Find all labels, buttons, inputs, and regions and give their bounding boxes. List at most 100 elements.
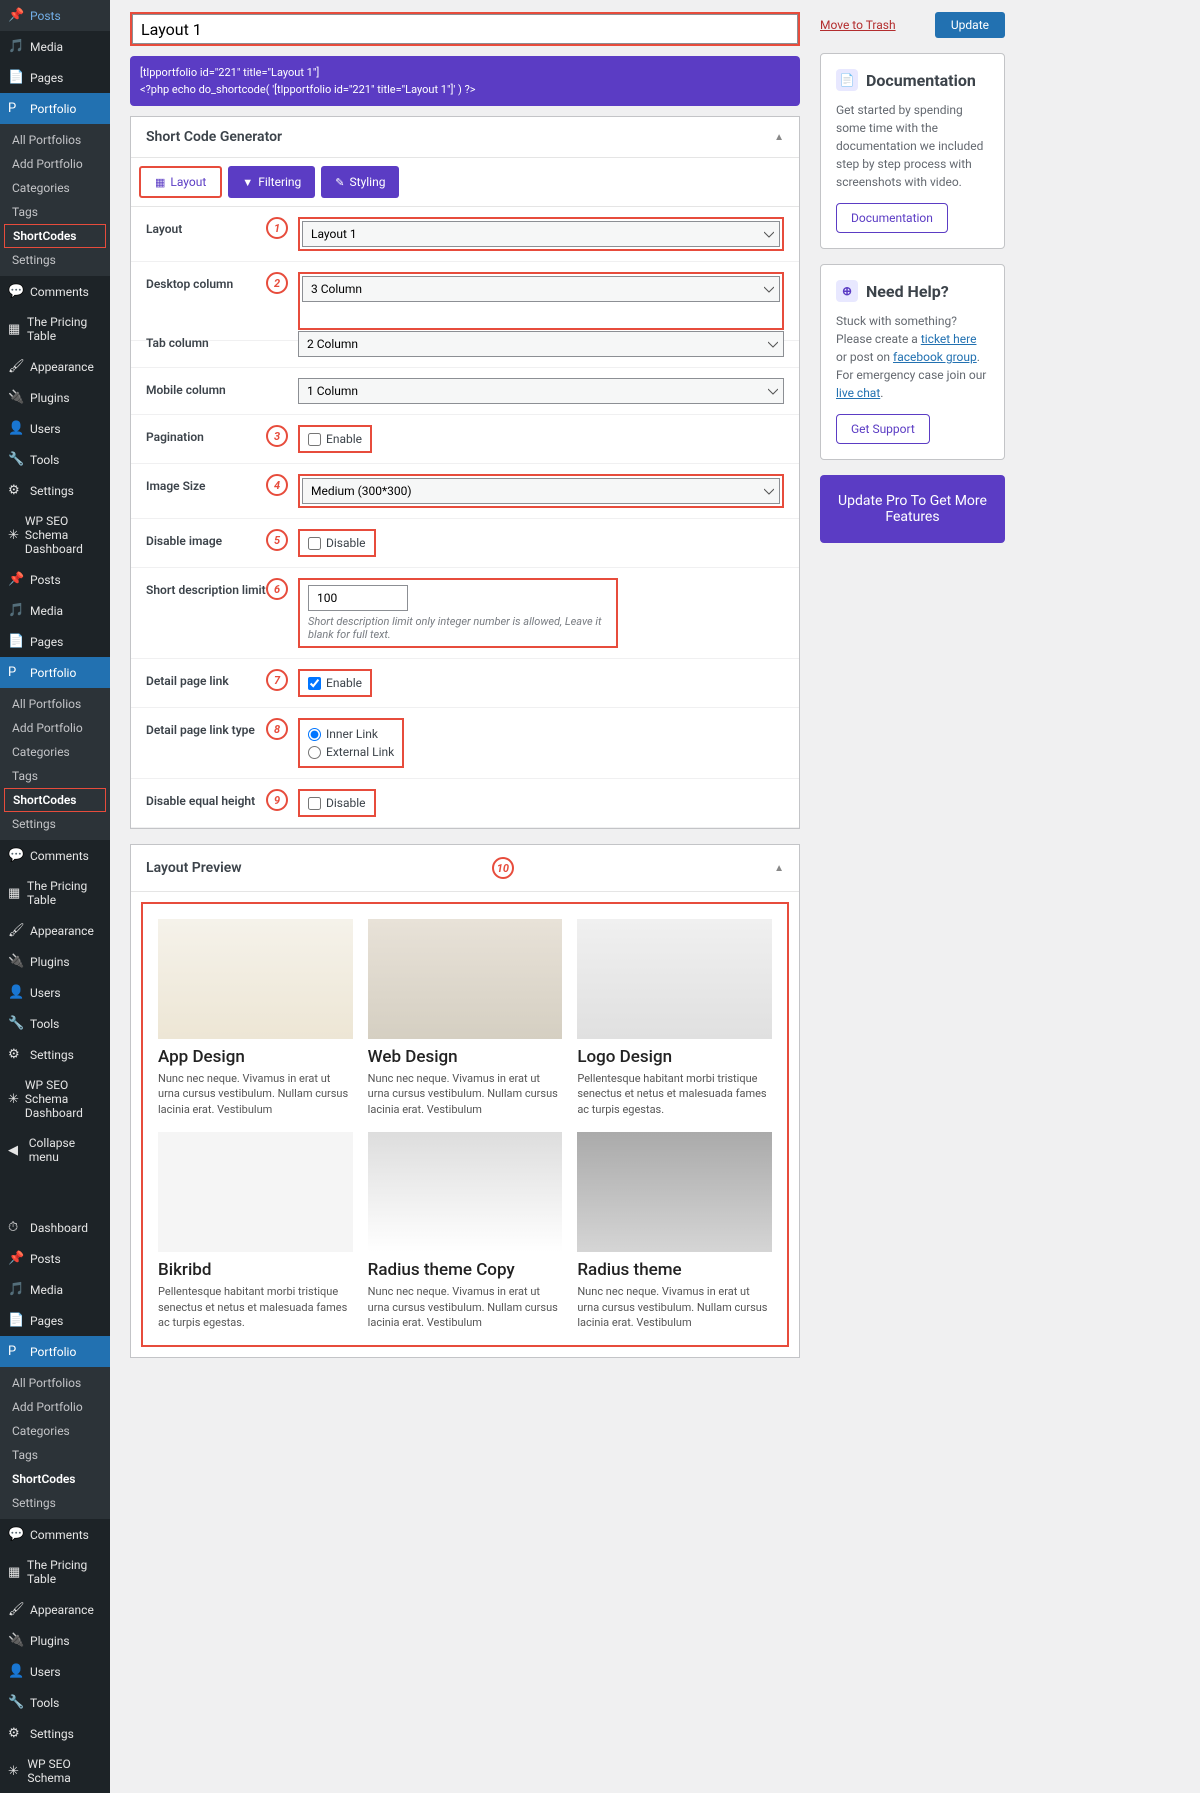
label: Media — [30, 40, 63, 54]
sidebar-item-portfolio3[interactable]: PPortfolio — [0, 1336, 110, 1367]
radio-inner[interactable] — [308, 728, 321, 741]
row-detaillink: Detail page link 7 Enable — [131, 659, 799, 708]
sidebar-item-pages3[interactable]: 📄Pages — [0, 1305, 110, 1336]
sidebar-sub-add2[interactable]: Add Portfolio — [0, 716, 110, 740]
sidebar-sub-settings[interactable]: Settings — [0, 248, 110, 272]
sidebar-item-users2[interactable]: 👤Users — [0, 977, 110, 1008]
input-shortdesc[interactable] — [308, 585, 408, 611]
sidebar-item-plugins[interactable]: 🔌Plugins — [0, 382, 110, 413]
sidebar-item-portfolio2[interactable]: PPortfolio — [0, 657, 110, 688]
user-icon: 👤 — [8, 421, 24, 436]
checkbox-pagination[interactable] — [308, 433, 321, 446]
sidebar-item-posts2[interactable]: 📌Posts — [0, 564, 110, 595]
sidebar-item-posts3[interactable]: 📌Posts — [0, 1243, 110, 1274]
fb-link[interactable]: facebook group — [893, 350, 977, 364]
sidebar-item-settings3[interactable]: ⚙Settings — [0, 1039, 110, 1070]
sidebar-item-seo2[interactable]: ✳WP SEO Schema Dashboard — [0, 1070, 110, 1128]
select-tab[interactable]: 2 Column — [298, 331, 784, 357]
sidebar-item-users3[interactable]: 👤Users — [0, 1656, 110, 1687]
sidebar-item-settings[interactable]: ⚙Settings — [0, 475, 110, 506]
preview-item-6[interactable]: Radius theme Nunc nec neque. Vivamus in … — [577, 1132, 772, 1330]
collapse-icon[interactable]: ▲ — [774, 132, 784, 143]
select-layout[interactable]: Layout 1 — [302, 221, 780, 247]
sidebar-item-appearance3[interactable]: 🖌Appearance — [0, 1594, 110, 1625]
support-button[interactable]: Get Support — [836, 414, 930, 444]
sidebar-item-users[interactable]: 👤Users — [0, 413, 110, 444]
sidebar-sub-shortcodes2[interactable]: ShortCodes — [4, 788, 106, 812]
title-input[interactable] — [132, 14, 798, 44]
trash-link[interactable]: Move to Trash — [820, 18, 896, 32]
preview-item-5[interactable]: Radius theme Copy Nunc nec neque. Vivamu… — [368, 1132, 563, 1330]
sidebar-sub-settings3[interactable]: Settings — [0, 1491, 110, 1515]
sidebar-sub-categories[interactable]: Categories — [0, 176, 110, 200]
sidebar-item-pages[interactable]: 📄Pages — [0, 62, 110, 93]
doc-button[interactable]: Documentation — [836, 203, 948, 233]
sidebar-item-appearance[interactable]: 🖌Appearance — [0, 351, 110, 382]
sidebar-sub-shortcodes3[interactable]: ShortCodes — [0, 1467, 110, 1491]
aside: Move to Trash Update 📄Documentation Get … — [820, 0, 1020, 1793]
item-desc: Pellentesque habitant morbi tristique se… — [158, 1284, 353, 1330]
sidebar-item-collapse[interactable]: ◀Collapse menu — [0, 1128, 110, 1172]
sidebar-item-media[interactable]: 🎵Media — [0, 31, 110, 62]
checkbox-equalheight[interactable] — [308, 797, 321, 810]
seo-icon: ✳ — [8, 528, 19, 543]
select-imagesize[interactable]: Medium (300*300) — [302, 478, 780, 504]
sidebar-sub-tags2[interactable]: Tags — [0, 764, 110, 788]
label-shortdesc: Short description limit — [146, 578, 266, 597]
sidebar-item-pages2[interactable]: 📄Pages — [0, 626, 110, 657]
sidebar-item-media2[interactable]: 🎵Media — [0, 595, 110, 626]
sidebar-item-comments2[interactable]: 💬Comments — [0, 840, 110, 871]
sidebar-sub-categories3[interactable]: Categories — [0, 1419, 110, 1443]
sidebar-item-portfolio[interactable]: PPortfolio — [0, 93, 110, 124]
sidebar-sub-all2[interactable]: All Portfolios — [0, 692, 110, 716]
ticket-link[interactable]: ticket here — [921, 332, 977, 346]
collapse-icon[interactable]: ▲ — [774, 863, 784, 874]
sidebar-sub-shortcodes[interactable]: ShortCodes — [4, 224, 106, 248]
sidebar-item-pricing[interactable]: ▦ The Pricing Table — [0, 307, 110, 351]
sidebar-sub-add[interactable]: Add Portfolio — [0, 152, 110, 176]
checkbox-disableimg[interactable] — [308, 537, 321, 550]
preview-item-2[interactable]: Web Design Nunc nec neque. Vivamus in er… — [368, 919, 563, 1117]
table-icon: ▦ — [8, 322, 21, 337]
preview-item-3[interactable]: Logo Design Pellentesque habitant morbi … — [577, 919, 772, 1117]
sidebar-item-plugins2[interactable]: 🔌Plugins — [0, 946, 110, 977]
sidebar-item-pricing3[interactable]: ▦The Pricing Table — [0, 1550, 110, 1594]
sidebar-item-appearance2[interactable]: 🖌Appearance — [0, 915, 110, 946]
label: Comments — [30, 1528, 89, 1542]
label: The Pricing Table — [27, 315, 102, 343]
select-desktop[interactable]: 3 Column — [302, 276, 780, 302]
select-mobile[interactable]: 1 Column — [298, 378, 784, 404]
sidebar-sub-categories2[interactable]: Categories — [0, 740, 110, 764]
preview-item-4[interactable]: Bikribd Pellentesque habitant morbi tris… — [158, 1132, 353, 1330]
sidebar-sub-all[interactable]: All Portfolios — [0, 128, 110, 152]
sidebar-item-seo[interactable]: ✳WP SEO Schema Dashboard — [0, 506, 110, 564]
sidebar-sub-tags[interactable]: Tags — [0, 200, 110, 224]
radio-external[interactable] — [308, 746, 321, 759]
sidebar-item-media3[interactable]: 🎵Media — [0, 1274, 110, 1305]
page-icon: 📄 — [8, 634, 24, 649]
label: WP SEO Schema Dashboard — [25, 1078, 102, 1120]
sidebar-item-tools2[interactable]: 🔧Tools — [0, 1008, 110, 1039]
update-pro-button[interactable]: Update Pro To Get More Features — [820, 475, 1005, 543]
sidebar-sub-settings2[interactable]: Settings — [0, 812, 110, 836]
sidebar-item-settings4[interactable]: ⚙Settings — [0, 1718, 110, 1749]
tab-styling[interactable]: ✎Styling — [321, 166, 399, 198]
sidebar-item-posts[interactable]: 📌Posts — [0, 0, 110, 31]
checkbox-detaillink[interactable] — [308, 677, 321, 690]
sidebar-item-comments3[interactable]: 💬Comments — [0, 1519, 110, 1550]
update-button[interactable]: Update — [935, 12, 1005, 38]
preview-item-1[interactable]: App Design Nunc nec neque. Vivamus in er… — [158, 919, 353, 1117]
tab-filtering[interactable]: ▼Filtering — [228, 166, 315, 198]
sidebar-sub-tags3[interactable]: Tags — [0, 1443, 110, 1467]
sidebar-item-comments[interactable]: 💬Comments — [0, 276, 110, 307]
sidebar-item-dashboard[interactable]: ⏱Dashboard — [0, 1212, 110, 1243]
sidebar-item-plugins3[interactable]: 🔌Plugins — [0, 1625, 110, 1656]
sidebar-sub-add3[interactable]: Add Portfolio — [0, 1395, 110, 1419]
chat-link[interactable]: live chat — [836, 386, 880, 400]
sidebar-item-tools[interactable]: 🔧Tools — [0, 444, 110, 475]
sidebar-item-tools3[interactable]: 🔧Tools — [0, 1687, 110, 1718]
sidebar-item-pricing2[interactable]: ▦The Pricing Table — [0, 871, 110, 915]
sidebar-sub-all3[interactable]: All Portfolios — [0, 1371, 110, 1395]
tab-layout[interactable]: ▦Layout — [139, 166, 222, 198]
sidebar-item-seo3[interactable]: ✳WP SEO Schema — [0, 1749, 110, 1793]
